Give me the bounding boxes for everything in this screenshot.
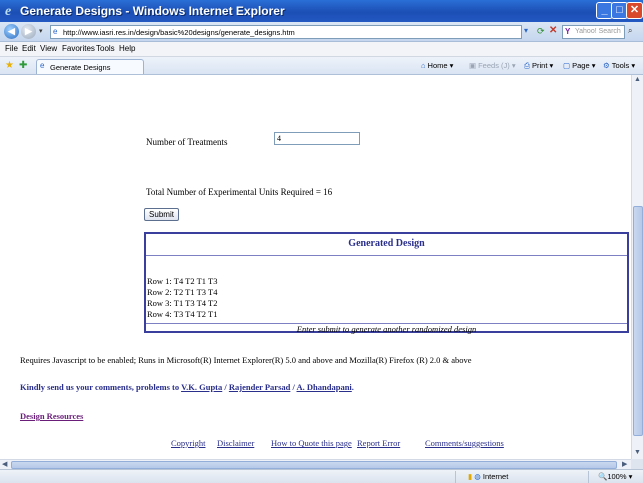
vertical-scroll-thumb[interactable] (633, 206, 643, 436)
yahoo-icon: Y (565, 27, 571, 36)
disclaimer-link[interactable]: Disclaimer (217, 438, 254, 448)
status-separator (588, 471, 589, 483)
menu-tools[interactable]: Tools (96, 44, 115, 53)
contact-link-rajender-parsad[interactable]: Rajender Parsad (229, 382, 290, 392)
search-placeholder: Yahoo! Search (575, 28, 621, 35)
refresh-icon[interactable]: ⟳ (537, 26, 545, 37)
tab-page-icon: e (40, 61, 45, 70)
comments-suggestions-link[interactable]: Comments/suggestions (425, 438, 504, 448)
copyright-link[interactable]: Copyright (171, 438, 205, 448)
contact-link-a-dhandapani[interactable]: A. Dhandapani (297, 382, 352, 392)
add-favorites-icon[interactable]: ✚ (19, 60, 27, 71)
treatments-input[interactable]: 4 (274, 132, 360, 145)
search-input[interactable]: Y Yahoo! Search (562, 25, 625, 39)
separator: / (224, 382, 227, 392)
tools-icon: ⚙ (603, 61, 610, 70)
back-button[interactable]: ◀ (4, 24, 19, 39)
page-label: Page (572, 61, 590, 70)
address-field[interactable]: e http://www.iasri.res.in/design/basic%2… (50, 25, 522, 39)
design-row: Row 3: T1 T3 T4 T2 (147, 298, 218, 308)
feedback-line: Kindly send us your comments, problems t… (20, 382, 354, 392)
contact-link-vk-gupta[interactable]: V.K. Gupta (181, 382, 222, 392)
feeds-icon: ▣ (469, 61, 477, 70)
globe-icon: ◍ (474, 472, 481, 481)
zoom-control[interactable]: 🔍100% ▾ (598, 472, 632, 481)
tab-generate-designs[interactable]: e Generate Designs (36, 59, 144, 74)
window-title: Generate Designs - Windows Internet Expl… (20, 4, 285, 18)
design-row: Row 4: T3 T4 T2 T1 (147, 309, 218, 319)
requirements-note: Requires Javascript to be enabled; Runs … (20, 355, 472, 365)
tools-label: Tools (611, 61, 630, 70)
close-button[interactable]: ✕ (626, 2, 643, 19)
stop-icon[interactable]: ✕ (549, 25, 557, 36)
tab-bar: ★ ✚ e Generate Designs ⌂ Home ▾ ▣ Feeds (J… (0, 57, 643, 75)
home-icon: ⌂ (421, 61, 426, 70)
address-dropdown-icon[interactable]: ▾ (524, 26, 528, 35)
tools-button[interactable]: ⚙ Tools ▾ (603, 61, 635, 70)
page-icon-cmd: ▢ (563, 61, 571, 70)
home-label: Home (427, 61, 448, 70)
design-resources-link[interactable]: Design Resources (20, 411, 83, 421)
window-title-bar: e Generate Designs - Windows Internet Ex… (0, 0, 643, 22)
favorites-star-icon[interactable]: ★ (5, 60, 14, 71)
protected-mode-icon: ▮ (468, 472, 473, 481)
menu-view[interactable]: View (40, 44, 57, 53)
zoom-level: 100% (607, 472, 627, 481)
report-error-link[interactable]: Report Error (357, 438, 400, 448)
design-header: Generated Design (146, 234, 627, 256)
total-units-text: Total Number of Experimental Units Requi… (146, 187, 333, 197)
forward-button[interactable]: ▶ (21, 24, 36, 39)
menu-file[interactable]: File (5, 44, 18, 53)
ie-logo-icon: e (5, 4, 12, 19)
trailing-period: . (351, 382, 354, 392)
print-button[interactable]: ⎙ Print ▾ (524, 61, 553, 71)
scroll-right-icon[interactable]: ▶ (622, 460, 627, 468)
separator: / (292, 382, 295, 392)
menu-help[interactable]: Help (119, 44, 135, 53)
page-icon: e (53, 27, 58, 36)
zoom-icon: 🔍 (598, 472, 608, 481)
home-button[interactable]: ⌂ Home ▾ (421, 61, 453, 70)
scrollbar-corner (631, 459, 643, 469)
tab-label: Generate Designs (50, 63, 111, 72)
url-text: http://www.iasri.res.in/design/basic%20d… (63, 28, 295, 37)
status-separator (455, 471, 456, 483)
scroll-down-icon[interactable]: ▼ (634, 449, 641, 456)
history-dropdown-icon[interactable]: ▾ (39, 27, 43, 35)
search-icon[interactable]: ⌕ (628, 26, 632, 36)
zone-label: Internet (482, 472, 509, 481)
generated-design-table: Generated Design Row 1: T4 T2 T1 T3 Row … (144, 232, 629, 334)
security-zone[interactable]: ▮ ◍ Internet (468, 472, 508, 481)
treatments-label: Number of Treatments (146, 137, 228, 147)
menu-edit[interactable]: Edit (22, 44, 36, 53)
menu-bar: File Edit View Favorites Tools Help (0, 42, 643, 57)
print-label: Print (532, 61, 548, 70)
design-footer: Enter submit to generate another randomi… (146, 323, 627, 334)
scroll-left-icon[interactable]: ◀ (2, 460, 7, 468)
feedback-prefix: Kindly send us your comments, problems t… (20, 382, 180, 392)
design-row: Row 1: T4 T2 T1 T3 (147, 276, 218, 286)
scroll-up-icon[interactable]: ▲ (634, 76, 641, 83)
feeds-button[interactable]: ▣ Feeds (J) ▾ (469, 61, 516, 70)
how-to-quote-link[interactable]: How to Quote this page (271, 438, 352, 448)
horizontal-scroll-thumb[interactable] (11, 461, 617, 469)
submit-button[interactable]: Submit (144, 208, 179, 221)
status-bar: ▮ ◍ Internet 🔍100% ▾ (0, 469, 643, 483)
page-button[interactable]: ▢ Page ▾ (563, 61, 595, 70)
page-content: Number of Treatments 4 Total Number of E… (0, 75, 631, 459)
vertical-scrollbar[interactable]: ▲ ▼ (631, 75, 643, 459)
feeds-label: Feeds (J) (478, 61, 510, 70)
menu-favorites[interactable]: Favorites (62, 44, 95, 53)
address-toolbar: ◀ ▶ ▾ e http://www.iasri.res.in/design/b… (0, 22, 643, 42)
print-icon: ⎙ (524, 61, 530, 70)
horizontal-scrollbar[interactable]: ◀ ▶ (0, 459, 631, 469)
design-row: Row 2: T2 T1 T3 T4 (147, 287, 218, 297)
